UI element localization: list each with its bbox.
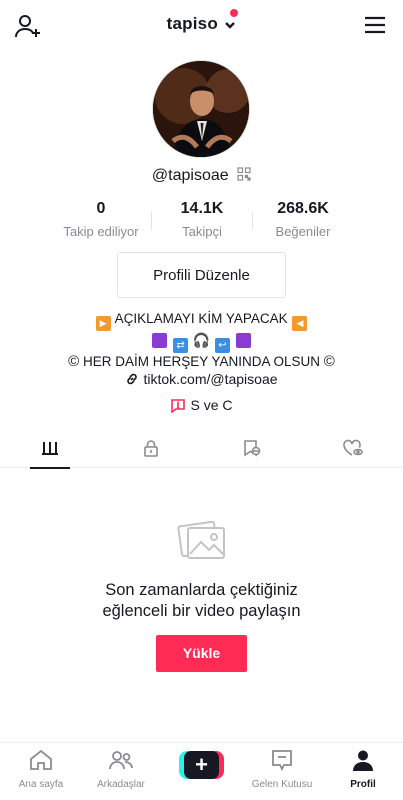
tab-liked[interactable] [303, 428, 403, 468]
link-icon [127, 373, 138, 385]
stat-label: Takipçi [182, 224, 222, 239]
bottom-navigation: Ana sayfa Arkadaşlar + Gelen Kutusu Prof… [0, 742, 403, 800]
qr-code-icon[interactable] [237, 167, 251, 181]
stat-following[interactable]: 0 Takip ediliyor [46, 200, 156, 239]
stat-value: 14.1K [180, 200, 224, 217]
play-icon: ▶ [95, 316, 111, 331]
account-switcher[interactable]: tapiso [0, 14, 403, 34]
profile-link[interactable]: tiktok.com/@tapisoae [0, 371, 403, 387]
grid-bars-icon [42, 442, 58, 455]
profile-handle-row: @tapisoae [0, 167, 403, 185]
photos-icon [176, 520, 225, 559]
bio-text-3: HER DAİM HERŞEY YANINDA OLSUN [82, 354, 321, 369]
purple-square-icon [235, 333, 251, 348]
stat-followers[interactable]: 14.1K Takipçi [147, 200, 257, 239]
stat-value: 268.6K [277, 200, 329, 217]
avatar[interactable] [152, 60, 250, 158]
repeat-icon: ⇄ [173, 338, 189, 353]
nav-home[interactable]: Ana sayfa [1, 749, 81, 790]
return-icon: ↩ [214, 338, 230, 353]
reverse-icon: ◀ [292, 316, 308, 331]
bio-line-2: ⇄ 🎧 ↩ [0, 331, 403, 353]
nav-inbox-label: Gelen Kutusu [251, 779, 313, 790]
empty-state: Son zamanlarda çektiğiniz eğlenceli bir … [0, 518, 403, 672]
tab-videos[interactable] [0, 428, 100, 469]
create-button[interactable]: + [179, 751, 224, 779]
bio-text-1: AÇIKLAMAYI KİM YAPACAK [114, 311, 288, 326]
copyright-icon: © [68, 353, 80, 370]
bio-line-1: ▶ AÇIKLAMAYI KİM YAPACAK ◀ [0, 310, 403, 331]
copyright-icon: © [323, 353, 335, 370]
empty-state-message: Son zamanlarda çektiğiniz eğlenceli bir … [0, 580, 403, 622]
group-chat-icon [171, 399, 186, 414]
edit-profile-button[interactable]: Profili Düzenle [117, 252, 286, 298]
stat-value: 0 [96, 200, 106, 217]
stat-label: Beğeniler [275, 224, 331, 239]
menu-icon[interactable] [363, 14, 387, 36]
upload-button[interactable]: Yükle [156, 635, 247, 672]
lock-icon [144, 440, 158, 457]
headphones-icon: 🎧 [192, 332, 211, 348]
nav-inbox[interactable]: Gelen Kutusu [242, 749, 322, 790]
purple-square-icon [152, 333, 168, 348]
bio-line-3: © HER DAİM HERŞEY YANINDA OLSUN © [0, 353, 403, 371]
profile-bio: ▶ AÇIKLAMAYI KİM YAPACAK ◀ ⇄ 🎧 ↩ © HER D… [0, 310, 403, 371]
inbox-icon [272, 750, 292, 772]
stat-label: Takip ediliyor [63, 224, 139, 239]
heart-hidden-icon [343, 439, 363, 456]
home-icon [30, 749, 52, 770]
profile-group[interactable]: S ve C [0, 397, 403, 414]
profile-icon [353, 750, 373, 771]
profile-stats: 0 Takip ediliyor 14.1K Takipçi 268.6K Be… [0, 200, 403, 244]
group-name: S ve C [190, 397, 233, 413]
empty-message-line-2: eğlenceli bir video paylaşın [102, 602, 301, 620]
chevron-down-icon [225, 21, 236, 29]
reposts-icon [244, 440, 261, 457]
profile-tabs [0, 428, 403, 469]
profile-handle: @tapisoae [151, 167, 229, 184]
top-bar: tapiso [0, 0, 403, 52]
profile-link-text: tiktok.com/@tapisoae [143, 371, 278, 387]
nav-friends-label: Arkadaşlar [97, 779, 145, 790]
friends-icon [109, 751, 133, 770]
nav-profile-label: Profil [350, 779, 376, 790]
nav-friends[interactable]: Arkadaşlar [81, 749, 161, 790]
tab-reposts[interactable] [202, 428, 302, 468]
header-username: tapiso [166, 14, 218, 33]
notification-dot [230, 9, 238, 17]
nav-profile[interactable]: Profil [323, 749, 403, 790]
create-plus-icon: + [184, 751, 219, 779]
empty-message-line-1: Son zamanlarda çektiğiniz [105, 581, 298, 599]
avatar-image [153, 61, 249, 157]
nav-home-label: Ana sayfa [18, 779, 64, 790]
stat-likes[interactable]: 268.6K Beğeniler [248, 200, 358, 239]
tab-private[interactable] [101, 428, 201, 468]
